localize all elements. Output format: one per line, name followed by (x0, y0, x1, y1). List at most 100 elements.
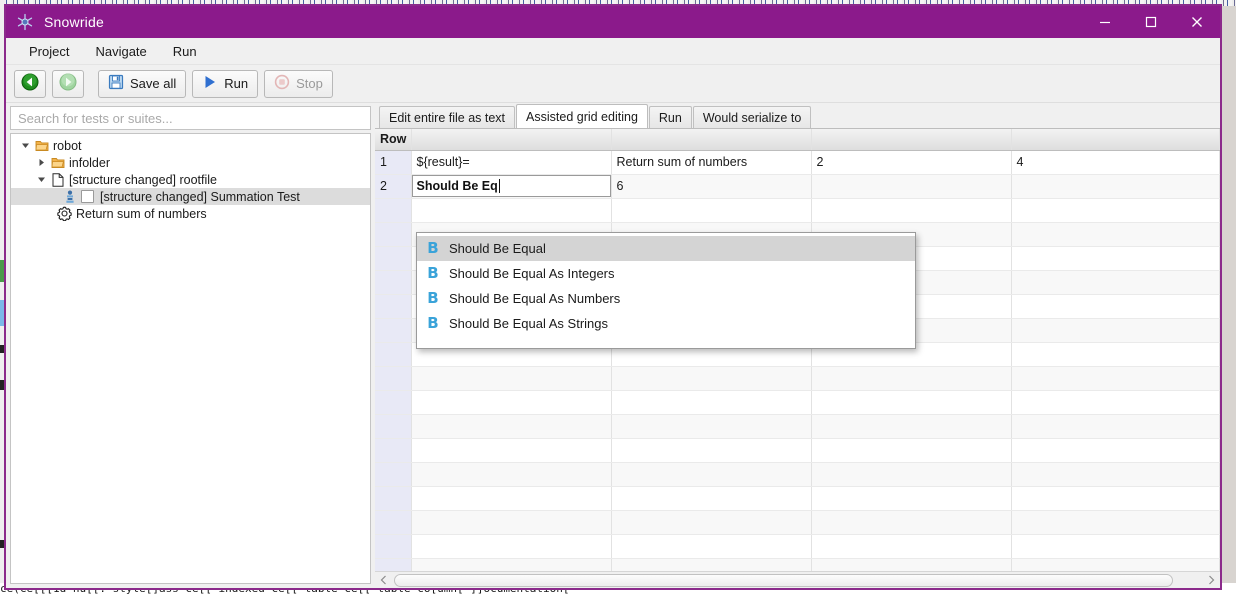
grid-header-col-4[interactable] (1011, 129, 1220, 151)
grid-cell[interactable] (811, 462, 1012, 487)
menu-item-project[interactable]: Project (18, 41, 80, 62)
grid-cell[interactable] (1011, 414, 1220, 439)
grid-cell[interactable]: ${result}= (411, 150, 612, 175)
grid-cell[interactable] (1011, 558, 1220, 571)
grid-cell[interactable] (1011, 222, 1220, 247)
run-button[interactable]: Run (192, 69, 259, 98)
tree-item-rootfile[interactable]: [structure changed] rootfile (11, 171, 370, 188)
forward-button[interactable] (52, 69, 84, 98)
tab-would-serialize-to[interactable]: Would serialize to (692, 106, 812, 128)
cell-text-editor[interactable]: Should Be Eq (411, 175, 610, 197)
autocomplete-item-should-be-equal-as-integers[interactable]: B Should Be Equal As Integers (417, 261, 915, 286)
grid-header-col-3[interactable] (811, 129, 1012, 151)
grid-cell[interactable] (811, 390, 1012, 415)
grid-cell[interactable] (411, 438, 612, 463)
grid-cell[interactable] (611, 414, 812, 439)
tab-edit-entire-file-as-text[interactable]: Edit entire file as text (379, 106, 516, 128)
grid-cell[interactable] (1011, 294, 1220, 319)
table-row[interactable] (375, 510, 1220, 535)
grid-cell[interactable] (811, 174, 1012, 199)
table-row[interactable]: 1 ${result}= Return sum of numbers 2 4 (375, 150, 1220, 175)
maximize-icon[interactable] (1128, 6, 1174, 38)
grid-cell[interactable] (411, 486, 612, 511)
grid-cell[interactable]: 6 (611, 174, 812, 199)
back-button[interactable] (14, 69, 46, 98)
grid-cell[interactable] (411, 414, 612, 439)
grid-cell[interactable] (1011, 390, 1220, 415)
tree-item-infolder[interactable]: infolder (11, 154, 370, 171)
tree-item-return-sum-of-numbers[interactable]: Return sum of numbers (11, 205, 370, 222)
menu-item-navigate[interactable]: Navigate (84, 41, 157, 62)
grid-cell[interactable] (411, 510, 612, 535)
grid-cell[interactable] (811, 486, 1012, 511)
grid-cell[interactable] (811, 438, 1012, 463)
tree-item-robot[interactable]: robot (11, 137, 370, 154)
grid-cell[interactable] (1011, 510, 1220, 535)
test-checkbox[interactable] (81, 190, 94, 203)
grid-cell[interactable] (1011, 198, 1220, 223)
grid-cell[interactable] (411, 390, 612, 415)
grid-cell[interactable] (411, 534, 612, 559)
grid-cell[interactable] (611, 534, 812, 559)
table-row[interactable] (375, 366, 1220, 391)
table-row[interactable] (375, 390, 1220, 415)
search-input[interactable]: Search for tests or suites... (10, 106, 371, 130)
grid-cell[interactable] (1011, 270, 1220, 295)
grid-cell[interactable] (411, 366, 612, 391)
grid-cell[interactable] (811, 198, 1012, 223)
grid-cell[interactable] (611, 198, 812, 223)
save-all-button[interactable]: Save all (98, 69, 187, 98)
grid-cell[interactable] (611, 366, 812, 391)
autocomplete-item-should-be-equal-as-numbers[interactable]: B Should Be Equal As Numbers (417, 286, 915, 311)
menu-item-run[interactable]: Run (162, 41, 208, 62)
grid-cell[interactable] (611, 462, 812, 487)
table-row[interactable] (375, 198, 1220, 223)
table-row[interactable]: 2 Should Be Eq 6 (375, 174, 1220, 199)
chevron-down-icon[interactable] (17, 141, 33, 150)
grid-cell[interactable]: 4 (1011, 150, 1220, 175)
test-tree[interactable]: robot infolder [structure changed] rootf… (10, 133, 371, 584)
grid-header-col-1[interactable] (411, 129, 612, 151)
autocomplete-item-should-be-equal[interactable]: B Should Be Equal (417, 236, 915, 261)
grid-cell[interactable] (1011, 462, 1220, 487)
grid-cell[interactable] (1011, 342, 1220, 367)
grid-cell[interactable] (811, 414, 1012, 439)
grid-cell[interactable] (1011, 246, 1220, 271)
grid-cell[interactable] (1011, 486, 1220, 511)
close-icon[interactable] (1174, 6, 1220, 38)
grid-cell[interactable] (1011, 534, 1220, 559)
scrollbar-track[interactable] (392, 571, 1203, 588)
grid-cell[interactable] (611, 390, 812, 415)
grid-cell[interactable] (811, 366, 1012, 391)
grid-cell-editing[interactable]: Should Be Eq (411, 174, 612, 199)
autocomplete-popup[interactable]: B Should Be Equal B Should Be Equal As I… (416, 232, 916, 349)
autocomplete-item-should-be-equal-as-strings[interactable]: B Should Be Equal As Strings (417, 311, 915, 336)
grid-cell[interactable] (1011, 366, 1220, 391)
tab-run[interactable]: Run (648, 106, 692, 128)
grid-cell[interactable] (411, 198, 612, 223)
table-row[interactable] (375, 438, 1220, 463)
table-row[interactable] (375, 462, 1220, 487)
table-row[interactable] (375, 486, 1220, 511)
chevron-left-icon[interactable] (375, 572, 392, 589)
grid-cell[interactable] (611, 510, 812, 535)
chevron-down-icon[interactable] (33, 175, 49, 184)
stop-button[interactable]: Stop (264, 69, 333, 98)
grid-cell[interactable] (811, 534, 1012, 559)
grid-cell[interactable] (1011, 318, 1220, 343)
grid-cell[interactable] (811, 510, 1012, 535)
grid-cell[interactable] (811, 558, 1012, 571)
scrollbar-thumb[interactable] (394, 573, 1173, 587)
minimize-icon[interactable] (1082, 6, 1128, 38)
grid-cell[interactable] (1011, 438, 1220, 463)
horizontal-scrollbar[interactable] (375, 571, 1220, 588)
tab-assisted-grid-editing[interactable]: Assisted grid editing (516, 104, 648, 128)
grid-cell[interactable] (1011, 174, 1220, 199)
grid-cell[interactable] (411, 462, 612, 487)
chevron-right-icon[interactable] (33, 158, 49, 167)
grid-cell[interactable] (411, 558, 612, 571)
table-row[interactable] (375, 534, 1220, 559)
grid-cell[interactable] (611, 558, 812, 571)
grid-header-col-2[interactable] (611, 129, 812, 151)
grid-cell[interactable] (611, 486, 812, 511)
